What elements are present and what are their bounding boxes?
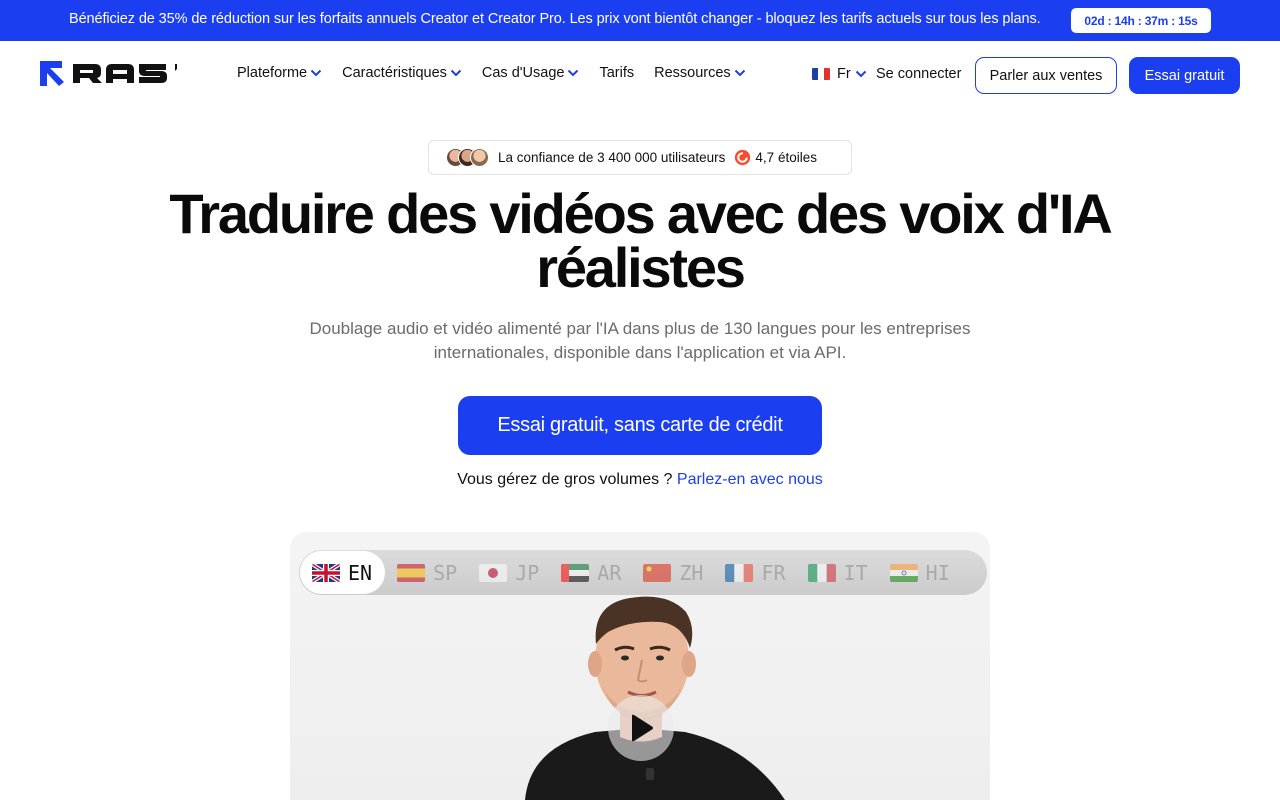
language-code: ZH: [679, 560, 704, 585]
nav-label: Ressources: [654, 65, 731, 81]
volumes-text: Vous gérez de gros volumes ?: [457, 471, 673, 488]
hero-subtitle-line1: Doublage audio et vidéo alimenté par l'I…: [309, 319, 971, 338]
free-trial-cta-button[interactable]: Essai gratuit, sans carte de crédit: [458, 396, 822, 455]
avatar: [470, 147, 489, 167]
language-chip-zh[interactable]: ZH: [643, 561, 703, 585]
talk-to-sales-button[interactable]: Parler aux ventes: [975, 57, 1117, 94]
navbar: Plateforme Caractéristiques Cas d'Usage …: [0, 41, 1280, 109]
language-chip-ar[interactable]: AR: [561, 561, 621, 585]
rating-text: 4,7 étoiles: [755, 150, 817, 165]
language-selector[interactable]: Fr: [812, 66, 867, 82]
spain-flag-icon: [397, 563, 426, 582]
nav-links: Plateforme Caractéristiques Cas d'Usage …: [237, 65, 766, 81]
user-avatars: [446, 147, 490, 168]
contact-us-link[interactable]: Parlez-en avec nous: [677, 471, 823, 488]
language-code: FR: [761, 560, 786, 585]
logo[interactable]: [40, 61, 177, 86]
rask-logo-icon: [40, 61, 177, 86]
language-code: SP: [433, 560, 458, 585]
chevron-down-icon: [734, 69, 745, 77]
play-icon: [632, 714, 653, 742]
language-switcher: EN SP JP AR ZH FR IT HI: [299, 550, 987, 595]
uae-flag-icon: [561, 563, 590, 582]
india-flag-icon: [889, 563, 918, 582]
france-flag-icon: [725, 563, 754, 582]
language-code: IT: [843, 560, 868, 585]
chevron-down-icon: [855, 70, 866, 78]
promo-text: Bénéficiez de 35% de réduction sur les f…: [69, 11, 1041, 27]
nav-label: Caractéristiques: [342, 65, 447, 81]
countdown-timer: 02d : 14h : 37m : 15s: [1071, 8, 1211, 33]
italy-flag-icon: [807, 563, 836, 582]
language-code: EN: [348, 560, 373, 585]
language-code: AR: [597, 560, 622, 585]
uk-flag-icon: [312, 563, 340, 582]
language-code: HI: [925, 560, 950, 585]
nav-item-caracteristiques[interactable]: Caractéristiques: [342, 65, 462, 81]
demo-video[interactable]: EN SP JP AR ZH FR IT HI: [290, 532, 990, 800]
free-trial-button[interactable]: Essai gratuit: [1129, 57, 1240, 94]
nav-item-ressources[interactable]: Ressources: [654, 65, 746, 81]
hero-title: Traduire des vidéos avec des voix d'IA r…: [0, 186, 1280, 296]
trust-badge: La confiance de 3 400 000 utilisateurs 4…: [428, 140, 852, 175]
users-count-text: La confiance de 3 400 000 utilisateurs: [498, 150, 726, 165]
language-code: JP: [515, 560, 540, 585]
nav-label: Tarifs: [599, 65, 635, 81]
hero-subtitle: Doublage audio et vidéo alimenté par l'I…: [290, 317, 990, 365]
nav-item-plateforme[interactable]: Plateforme: [237, 65, 322, 81]
signin-link[interactable]: Se connecter: [876, 66, 961, 82]
chevron-down-icon: [568, 69, 579, 77]
promo-banner: Bénéficiez de 35% de réduction sur les f…: [0, 0, 1280, 41]
nav-label: Cas d'Usage: [481, 65, 565, 81]
hero-title-line2: réalistes: [536, 236, 746, 299]
language-chip-it[interactable]: IT: [807, 560, 868, 585]
language-chip-en[interactable]: EN: [300, 551, 386, 594]
chevron-down-icon: [450, 69, 462, 77]
g2-logo-icon: [735, 149, 751, 166]
nav-item-tarifs[interactable]: Tarifs: [599, 65, 634, 81]
play-button[interactable]: [608, 695, 674, 761]
language-chip-sp[interactable]: SP: [397, 561, 457, 585]
nav-item-cas-usage[interactable]: Cas d'Usage: [482, 65, 580, 81]
nav-label: Plateforme: [237, 65, 308, 81]
language-label: Fr: [837, 66, 851, 82]
chevron-down-icon: [310, 69, 322, 77]
japan-flag-icon: [479, 563, 508, 582]
hero-subtitle-line2: internationales, disponible dans l'appli…: [433, 343, 847, 362]
france-flag-icon: [812, 68, 830, 80]
language-chip-fr[interactable]: FR: [725, 560, 786, 585]
language-chip-hi[interactable]: HI: [889, 560, 950, 585]
volumes-line: Vous gérez de gros volumes ? Parlez-en a…: [0, 471, 1280, 489]
language-chip-jp[interactable]: JP: [479, 561, 539, 585]
china-flag-icon: [643, 563, 672, 582]
